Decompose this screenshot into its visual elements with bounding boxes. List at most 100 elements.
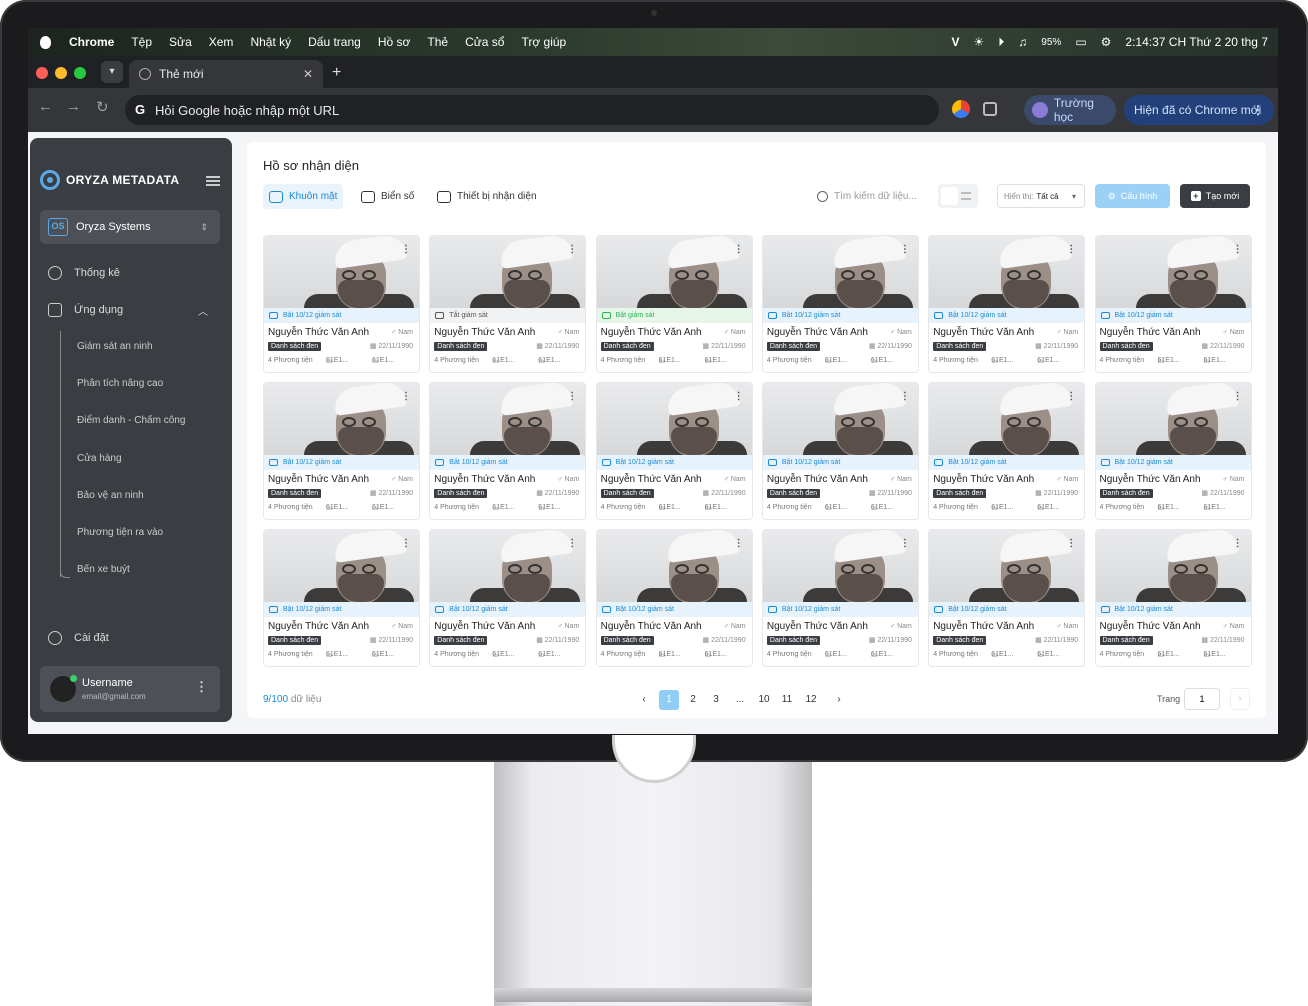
brightness-icon[interactable]: ☀ [974, 35, 985, 49]
card-menu-icon[interactable]: ⋮ [1233, 244, 1243, 255]
pagination-page[interactable]: 12 [801, 690, 821, 710]
control-center-icon[interactable]: ⚙ [1101, 35, 1112, 49]
config-button[interactable]: ⚙ Cấu hình [1095, 184, 1170, 208]
menubar-item-history[interactable]: Nhật ký [250, 35, 291, 49]
hamburger-menu-icon[interactable] [206, 176, 220, 186]
airpods-icon[interactable]: ♫ [1018, 35, 1027, 49]
apple-icon[interactable] [40, 35, 51, 49]
user-card[interactable]: Username email@gmail.com ⋮ [40, 666, 220, 712]
sidebar-sub-advanced-analytics[interactable]: Phân tích nâng cao [77, 378, 163, 389]
pagination-ellipsis[interactable]: ... [730, 690, 750, 710]
window-minimize-button[interactable] [55, 67, 67, 79]
org-switcher[interactable]: OS Oryza Systems ⇕ [40, 210, 220, 244]
menubar-item-file[interactable]: Tệp [131, 35, 152, 49]
more-vert-icon[interactable]: ⋮ [195, 679, 208, 695]
grid-view-icon[interactable] [941, 187, 958, 205]
card-menu-icon[interactable]: ⋮ [567, 244, 577, 255]
sidebar-sub-store[interactable]: Cửa hàng [77, 453, 122, 464]
profile-card[interactable]: ⋮ Bật 10/12 giám sát Nguyễn Thức Văn Anh ♂ … [595, 529, 753, 667]
profile-card[interactable]: ⋮ Bật 10/12 giám sát Nguyễn Thức Văn Anh ♂ … [928, 529, 1086, 667]
omnibox[interactable]: G Hỏi Google hoặc nhập một URL [125, 95, 939, 125]
create-button[interactable]: + Tạo mới [1180, 184, 1250, 208]
profile-card[interactable]: ⋮ Bật giám sát Nguyễn Thức Văn Anh ♂ Nam Dan… [595, 235, 753, 373]
profile-card[interactable]: ⋮ Bật 10/12 giám sát Nguyễn Thức Văn Anh ♂ … [761, 529, 919, 667]
sidebar-sub-security-monitoring[interactable]: Giám sát an ninh [77, 341, 153, 352]
card-menu-icon[interactable]: ⋮ [401, 538, 411, 549]
back-arrow-icon[interactable]: ← [38, 98, 53, 115]
card-menu-icon[interactable]: ⋮ [1233, 538, 1243, 549]
menubar-item-tab[interactable]: Thẻ [427, 35, 448, 49]
profile-card[interactable]: ⋮ Bật 10/12 giám sát Nguyễn Thức Văn Anh ♂ … [263, 235, 420, 373]
card-menu-icon[interactable]: ⋮ [401, 244, 411, 255]
profile-card[interactable]: ⋮ Bật 10/12 giám sát Nguyễn Thức Văn Anh ♂ … [928, 235, 1086, 373]
sidebar-sub-bus-station[interactable]: Bến xe buýt [77, 564, 130, 575]
menubar-item-view[interactable]: Xem [209, 35, 234, 49]
extensions-puzzle-icon[interactable] [983, 102, 997, 116]
extension-avatar-icon[interactable] [952, 100, 970, 118]
pagination-page[interactable]: 10 [754, 690, 774, 710]
profile-card[interactable]: ⋮ Bật 10/12 giám sát Nguyễn Thức Văn Anh ♂ … [595, 382, 753, 520]
menubar-item-bookmarks[interactable]: Dấu trang [308, 35, 361, 49]
profile-button[interactable]: Trường học [1024, 95, 1116, 125]
card-menu-icon[interactable]: ⋮ [734, 244, 744, 255]
profile-card[interactable]: ⋮ Bật 10/12 giám sát Nguyễn Thức Văn Anh ♂ … [1094, 382, 1252, 520]
view-switcher[interactable] [938, 184, 978, 208]
sidebar-sub-security-guard[interactable]: Bảo vệ an ninh [77, 490, 144, 501]
card-menu-icon[interactable]: ⋮ [900, 244, 910, 255]
tab-face[interactable]: Khuôn mặt [263, 184, 344, 209]
card-menu-icon[interactable]: ⋮ [1066, 244, 1076, 255]
chrome-update-button[interactable]: Hiện đã có Chrome mới ⋮ [1124, 95, 1274, 125]
sidebar-item-apps[interactable]: Ứng dụng ︿ [48, 303, 208, 318]
pagination-next-icon[interactable]: › [829, 690, 849, 710]
battery-icon[interactable]: ▭ [1075, 35, 1086, 49]
sidebar-item-settings[interactable]: Cài đặt [48, 631, 109, 645]
menubar-item-profiles[interactable]: Hồ sơ [378, 35, 411, 49]
card-menu-icon[interactable]: ⋮ [734, 538, 744, 549]
menubar-item-window[interactable]: Cửa sổ [465, 35, 504, 49]
profile-card[interactable]: ⋮ Bật 10/12 giám sát Nguyễn Thức Văn Anh ♂ … [761, 235, 919, 373]
pagination-prev-icon[interactable]: ‹ [634, 690, 654, 710]
profile-card[interactable]: ⋮ Bật 10/12 giám sát Nguyễn Thức Văn Anh ♂ … [263, 382, 420, 520]
tab-search-chevron-icon[interactable]: ▾ [101, 61, 123, 83]
window-close-button[interactable] [36, 67, 48, 79]
card-menu-icon[interactable]: ⋮ [1233, 391, 1243, 402]
new-tab-plus-icon[interactable]: + [332, 64, 341, 82]
tab-close-icon[interactable]: ✕ [303, 67, 313, 81]
browser-tab-new[interactable]: Thẻ mới ✕ [129, 60, 323, 88]
tab-devices[interactable]: Thiết bị nhận diện [431, 184, 543, 209]
pagination-page[interactable]: 1 [659, 690, 679, 710]
profile-card[interactable]: ⋮ Bật 10/12 giám sát Nguyễn Thức Văn Anh ♂ … [1094, 529, 1252, 667]
card-menu-icon[interactable]: ⋮ [1066, 391, 1076, 402]
window-zoom-button[interactable] [74, 67, 86, 79]
display-filter-select[interactable]: Hiển thị: Tất cả ▾ [997, 184, 1085, 208]
sidebar-sub-attendance[interactable]: Điểm danh - Chấm công [77, 415, 185, 426]
card-menu-icon[interactable]: ⋮ [567, 391, 577, 402]
reload-icon[interactable]: ↻ [96, 98, 109, 116]
forward-arrow-icon[interactable]: → [66, 98, 81, 115]
goto-page-input[interactable]: 1 [1184, 688, 1220, 710]
search-input[interactable]: Tìm kiếm dữ liệu... [817, 186, 927, 206]
pagination-page[interactable]: 2 [683, 690, 703, 710]
profile-card[interactable]: ⋮ Tắt giám sát Nguyễn Thức Văn Anh ♂ Nam Dan… [429, 235, 587, 373]
pagination-page[interactable]: 3 [706, 690, 726, 710]
card-menu-icon[interactable]: ⋮ [900, 391, 910, 402]
vivaldi-icon[interactable]: V [952, 35, 960, 49]
card-menu-icon[interactable]: ⋮ [900, 538, 910, 549]
pagination-page[interactable]: 11 [777, 690, 797, 710]
card-menu-icon[interactable]: ⋮ [401, 391, 411, 402]
profile-card[interactable]: ⋮ Bật 10/12 giám sát Nguyễn Thức Văn Anh ♂ … [429, 529, 587, 667]
profile-card[interactable]: ⋮ Bật 10/12 giám sát Nguyễn Thức Văn Anh ♂ … [263, 529, 420, 667]
goto-next-icon[interactable]: › [1230, 688, 1250, 710]
menubar-item-help[interactable]: Trợ giúp [521, 35, 566, 49]
card-menu-icon[interactable]: ⋮ [734, 391, 744, 402]
tab-plate[interactable]: Biển số [355, 184, 420, 209]
profile-card[interactable]: ⋮ Bật 10/12 giám sát Nguyễn Thức Văn Anh ♂ … [429, 382, 587, 520]
profile-card[interactable]: ⋮ Bật 10/12 giám sát Nguyễn Thức Văn Anh ♂ … [928, 382, 1086, 520]
play-icon[interactable]: ⏵ [998, 35, 1004, 50]
sidebar-sub-vehicle-access[interactable]: Phương tiện ra vào [77, 527, 163, 538]
card-menu-icon[interactable]: ⋮ [567, 538, 577, 549]
profile-card[interactable]: ⋮ Bật 10/12 giám sát Nguyễn Thức Văn Anh ♂ … [761, 382, 919, 520]
menubar-item-edit[interactable]: Sửa [169, 35, 192, 49]
list-view-icon[interactable] [961, 192, 971, 200]
menubar-app-name[interactable]: Chrome [69, 35, 114, 49]
